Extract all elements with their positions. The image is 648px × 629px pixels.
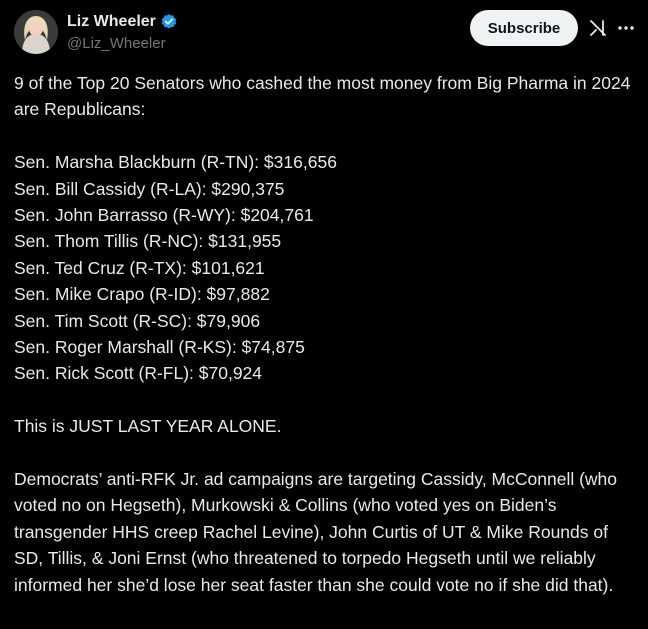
senator-line: Sen. Thom Tillis (R-NC): $131,955 <box>14 231 282 252</box>
senator-line: Sen. Marsha Blackburn (R-TN): $316,656 <box>14 152 337 173</box>
senator-line: Sen. Bill Cassidy (R-LA): $290,375 <box>14 178 285 199</box>
avatar[interactable] <box>14 10 58 54</box>
grok-icon[interactable] <box>588 18 608 38</box>
senator-line: Sen. Rick Scott (R-FL): $70,924 <box>14 363 263 384</box>
display-name-row: Liz Wheeler <box>67 11 178 33</box>
tweet-closing: Democrats’ anti-RFK Jr. ad campaigns are… <box>14 469 618 595</box>
tweet-emphasis: This is JUST LAST YEAR ALONE. <box>14 416 282 437</box>
senator-line: Sen. Mike Crapo (R-ID): $97,882 <box>14 284 270 305</box>
senator-line: Sen. Tim Scott (R-SC): $79,906 <box>14 310 261 331</box>
senator-line: Sen. Ted Cruz (R-TX): $101,621 <box>14 257 265 278</box>
tweet: Liz Wheeler @Liz_Wheeler Subscribe 9 of … <box>0 0 648 629</box>
verified-badge-icon <box>160 13 178 31</box>
tweet-header: Liz Wheeler @Liz_Wheeler Subscribe <box>14 10 634 56</box>
senator-line: Sen. Roger Marshall (R-KS): $74,875 <box>14 337 305 358</box>
tweet-intro: 9 of the Top 20 Senators who cashed the … <box>14 73 631 120</box>
display-name[interactable]: Liz Wheeler <box>67 13 156 31</box>
more-options-icon[interactable] <box>616 18 636 38</box>
tweet-text: 9 of the Top 20 Senators who cashed the … <box>14 70 636 598</box>
handle[interactable]: @Liz_Wheeler <box>67 35 178 52</box>
author-names: Liz Wheeler @Liz_Wheeler <box>67 11 178 52</box>
subscribe-button[interactable]: Subscribe <box>470 10 578 46</box>
senator-line: Sen. John Barrasso (R-WY): $204,761 <box>14 205 314 226</box>
